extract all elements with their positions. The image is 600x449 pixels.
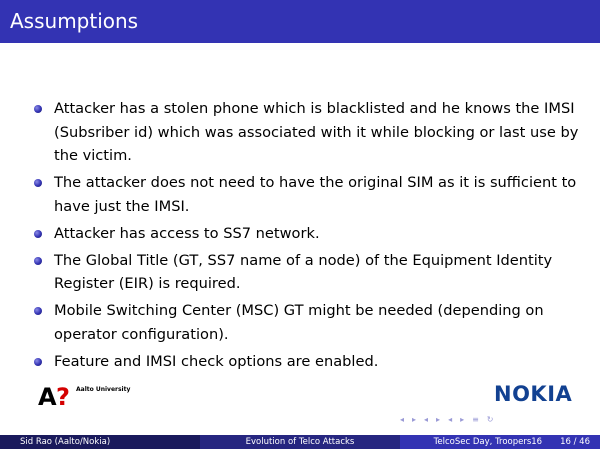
bullet-item: Attacker has a stolen phone which is bla… — [34, 97, 584, 168]
nokia-logo: NOKIA — [494, 382, 573, 406]
subsection-prev-icon[interactable]: ◂ — [424, 415, 428, 425]
bullet-text: Attacker has access to SS7 network. — [54, 224, 320, 242]
bullet-item: Mobile Switching Center (MSC) GT might b… — [34, 299, 584, 346]
slide-footer: Sid Rao (Aalto/Nokia) Evolution of Telco… — [0, 435, 600, 449]
footer-event: TelcoSec Day, Troopers16 — [433, 437, 543, 447]
bullet-text: The attacker does not need to have the o… — [54, 174, 577, 215]
align-icon[interactable]: ≡ — [472, 415, 479, 425]
bullet-text: Feature and IMSI check options are enabl… — [54, 352, 379, 370]
bullet-item: Feature and IMSI check options are enabl… — [34, 350, 584, 374]
search-icon[interactable]: ↻ — [487, 415, 494, 425]
footer-author: Sid Rao (Aalto/Nokia) — [0, 435, 200, 449]
frame-prev-icon[interactable]: ◂ — [400, 415, 404, 425]
footer-title: Evolution of Telco Attacks — [200, 435, 400, 449]
aalto-logo-letter: A — [38, 383, 57, 411]
bullet-icon — [34, 179, 42, 187]
section-next-icon[interactable]: ▸ — [460, 415, 464, 425]
section-prev-icon[interactable]: ◂ — [448, 415, 452, 425]
aalto-logo-question-mark: ? — [56, 383, 70, 411]
bullet-text: Mobile Switching Center (MSC) GT might b… — [54, 302, 544, 343]
bullet-icon — [34, 357, 42, 366]
footer-event-block: TelcoSec Day, Troopers16 16 / 46 — [400, 435, 600, 449]
frame-next-icon[interactable]: ▸ — [412, 415, 416, 425]
bullet-icon — [34, 105, 42, 113]
footer-page-number: 16 / 46 — [560, 437, 590, 447]
bullet-icon — [34, 229, 42, 238]
subsection-next-icon[interactable]: ▸ — [436, 415, 440, 425]
aalto-university-logo: A ? Aalto University — [38, 383, 148, 413]
slide-title-bar: Assumptions — [0, 0, 600, 43]
aalto-logo-name: Aalto University — [76, 386, 131, 393]
bullet-item: The Global Title (GT, SS7 name of a node… — [34, 249, 584, 296]
bullet-item: Attacker has access to SS7 network. — [34, 222, 584, 246]
slide-title: Assumptions — [10, 9, 139, 33]
bullet-icon — [34, 307, 42, 315]
bullet-text: The Global Title (GT, SS7 name of a node… — [54, 251, 553, 293]
bullet-text: Attacker has a stolen phone which is bla… — [54, 100, 579, 164]
bullet-list: Attacker has a stolen phone which is bla… — [34, 97, 584, 377]
bullet-icon — [34, 256, 42, 265]
beamer-navigation: ◂ ▸ ◂ ▸ ◂ ▸ ≡ ↻ — [400, 415, 494, 425]
bullet-item: The attacker does not need to have the o… — [34, 171, 584, 218]
